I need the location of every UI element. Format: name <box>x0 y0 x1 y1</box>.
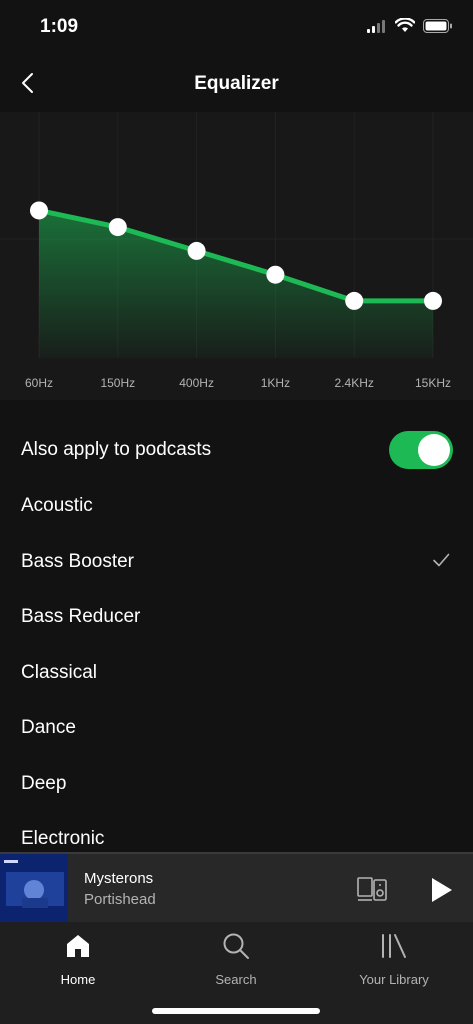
preset-label: Deep <box>21 773 67 794</box>
library-icon <box>382 934 406 958</box>
tab-home[interactable]: Home <box>23 930 133 987</box>
preset-bass-reducer[interactable]: Bass Reducer <box>0 591 473 643</box>
band-knob[interactable] <box>108 218 127 237</box>
equalizer-graph[interactable] <box>0 112 473 400</box>
toggle-knob <box>418 434 450 466</box>
equalizer-fill-area <box>39 210 433 358</box>
preset-acoustic[interactable]: Acoustic <box>0 480 473 532</box>
battery-icon <box>423 18 452 33</box>
preset-label: Electronic <box>21 828 105 849</box>
album-art[interactable] <box>0 854 68 924</box>
preset-label: Bass Booster <box>21 551 134 572</box>
tab-label: Search <box>215 972 257 987</box>
album-art-image <box>0 854 68 924</box>
play-icon[interactable] <box>428 876 454 904</box>
band-knob[interactable] <box>345 291 364 310</box>
track-title: Mysterons <box>84 870 154 887</box>
wifi-icon <box>395 18 415 32</box>
frequency-label: 2.4KHz <box>334 376 374 390</box>
preset-label: Bass Reducer <box>21 606 141 627</box>
equalizer-curve[interactable] <box>0 112 473 400</box>
mini-player[interactable]: Mysterons Portishead <box>0 852 473 924</box>
status-bar: 1:09 <box>0 0 473 56</box>
tab-bar: Home Search Your Library <box>0 922 473 1024</box>
preset-classical[interactable]: Classical <box>0 647 473 699</box>
frequency-label: 1KHz <box>260 376 291 390</box>
tab-your-library[interactable]: Your Library <box>339 930 449 987</box>
preset-deep[interactable]: Deep <box>0 758 473 810</box>
preset-bass-booster[interactable]: Bass Booster <box>0 536 473 588</box>
preset-dance[interactable]: Dance <box>0 702 473 754</box>
tab-label: Your Library <box>359 972 429 987</box>
preset-label: Dance <box>21 717 76 738</box>
frequency-labels: 60Hz 150Hz 400Hz 1KHz 2.4KHz 15KHz <box>0 376 473 392</box>
preset-label: Classical <box>21 662 98 683</box>
frequency-label: 60Hz <box>24 376 54 390</box>
podcasts-toggle[interactable] <box>389 431 453 469</box>
tab-label: Home <box>60 972 96 987</box>
page-title: Equalizer <box>194 73 279 94</box>
track-artist: Portishead <box>84 891 156 908</box>
frequency-label: 15KHz <box>414 376 452 390</box>
search-icon <box>223 933 249 959</box>
checkmark-icon <box>433 553 450 567</box>
podcasts-toggle-row[interactable]: Also apply to podcasts <box>0 424 473 476</box>
preset-label: Acoustic <box>21 495 93 516</box>
home-indicator <box>152 1008 320 1014</box>
tab-search[interactable]: Search <box>181 930 291 987</box>
cellular-signal-icon <box>367 19 385 33</box>
podcasts-toggle-label: Also apply to podcasts <box>21 439 212 460</box>
status-time: 1:09 <box>40 16 79 37</box>
band-knob[interactable] <box>187 241 206 260</box>
band-knob[interactable] <box>30 201 48 220</box>
devices-icon[interactable] <box>356 876 388 904</box>
header: Equalizer <box>0 56 473 112</box>
band-knob[interactable] <box>266 265 285 284</box>
home-icon <box>67 935 89 957</box>
status-icons <box>367 18 453 33</box>
frequency-label: 150Hz <box>100 376 136 390</box>
band-knob[interactable] <box>424 291 442 310</box>
frequency-label: 400Hz <box>179 376 214 390</box>
